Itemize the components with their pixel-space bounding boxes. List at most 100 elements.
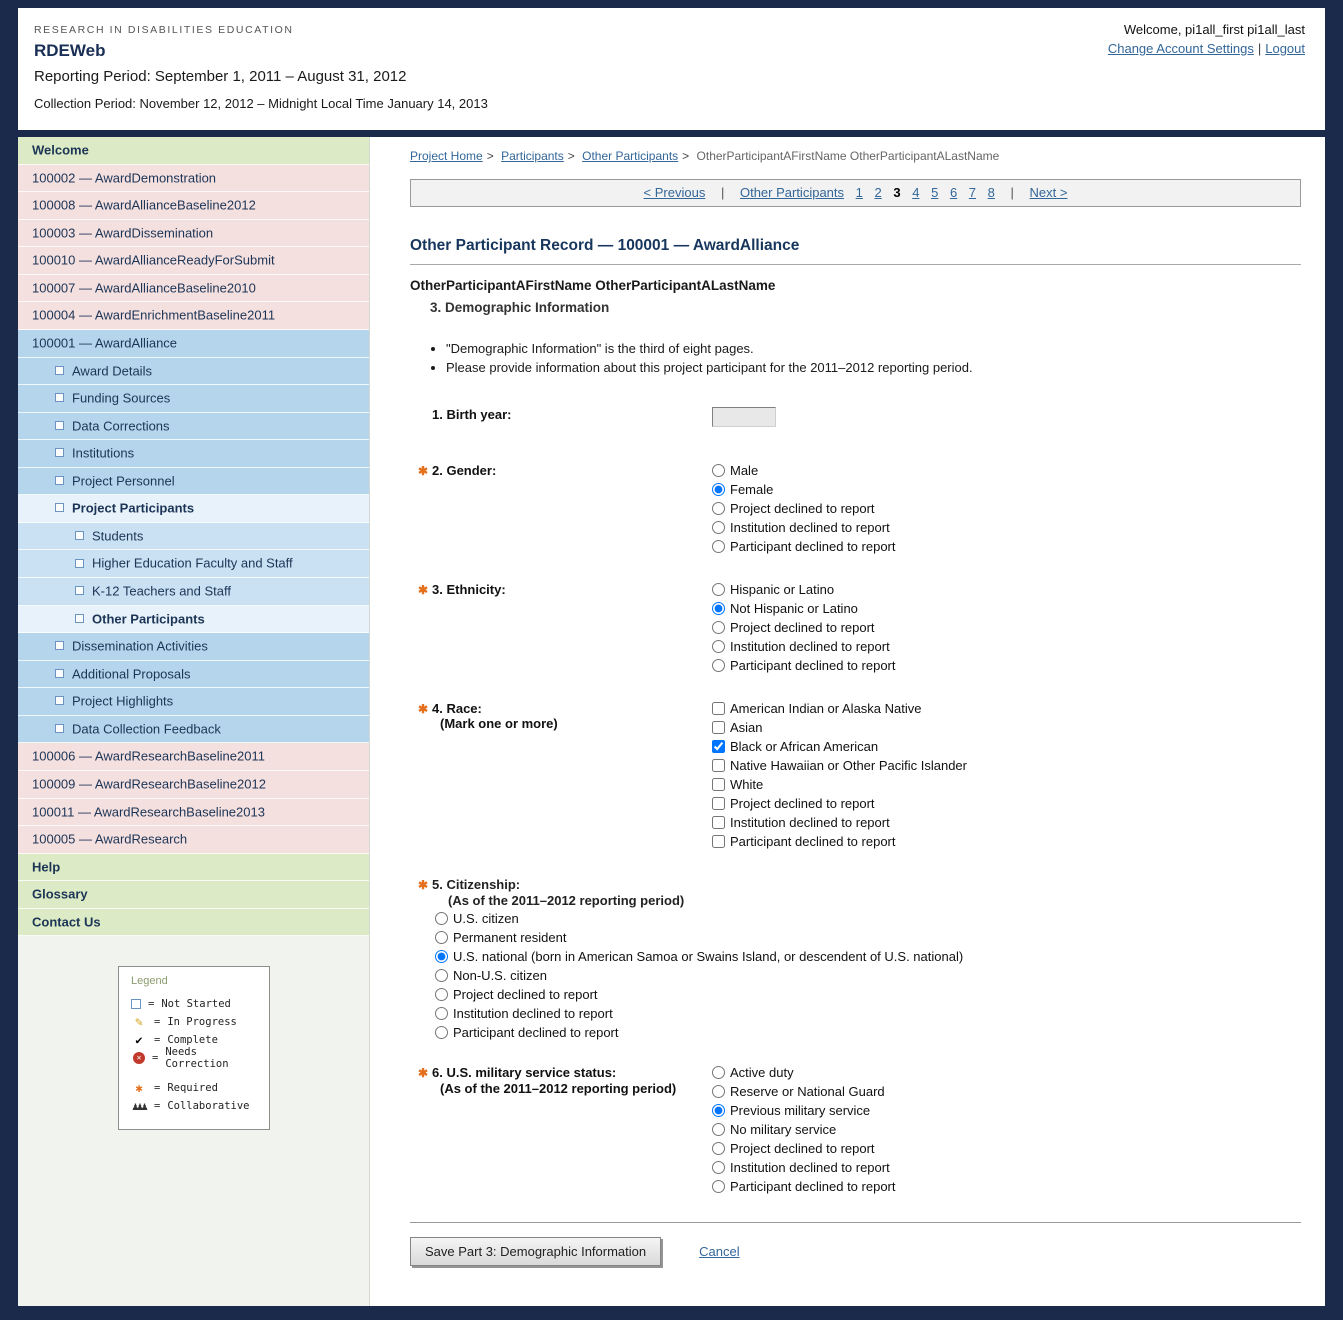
breadcrumb-link[interactable]: Project Home	[410, 149, 483, 163]
breadcrumb-link[interactable]: Other Participants	[582, 149, 678, 163]
radio-input[interactable]	[712, 659, 725, 672]
radio-input[interactable]	[435, 950, 448, 963]
race-checkbox-option[interactable]: American Indian or Alaska Native	[712, 701, 1301, 717]
sidebar-item[interactable]: Funding Sources	[18, 385, 369, 413]
radio-input[interactable]	[712, 540, 725, 553]
checkbox-input[interactable]	[712, 835, 725, 848]
sidebar-item[interactable]: Data Corrections	[18, 413, 369, 441]
sidebar-item[interactable]: Data Collection Feedback	[18, 716, 369, 744]
radio-input[interactable]	[435, 931, 448, 944]
citizenship-radio-option[interactable]: Project declined to report	[435, 987, 1301, 1003]
military-radio-option[interactable]: Active duty	[712, 1065, 1301, 1081]
ethnicity-radio-option[interactable]: Hispanic or Latino	[712, 582, 1301, 598]
radio-input[interactable]	[712, 1161, 725, 1174]
other-participants-link[interactable]: Other Participants	[740, 185, 844, 200]
page-number-link[interactable]: 3	[893, 185, 900, 200]
race-checkbox-option[interactable]: Asian	[712, 720, 1301, 736]
radio-input[interactable]	[712, 621, 725, 634]
race-checkbox-option[interactable]: White	[712, 777, 1301, 793]
military-radio-option[interactable]: Institution declined to report	[712, 1160, 1301, 1176]
sidebar-item[interactable]: Dissemination Activities	[18, 633, 369, 661]
sidebar-item[interactable]: 100003 — AwardDissemination	[18, 220, 369, 248]
gender-radio-option[interactable]: Participant declined to report	[712, 539, 1301, 555]
breadcrumb-link[interactable]: Participants	[501, 149, 564, 163]
radio-input[interactable]	[712, 1180, 725, 1193]
page-number-link[interactable]: 6	[950, 185, 957, 200]
sidebar-item[interactable]: 100007 — AwardAllianceBaseline2010	[18, 275, 369, 303]
sidebar-item[interactable]: Glossary	[18, 881, 369, 909]
radio-input[interactable]	[435, 912, 448, 925]
sidebar-item[interactable]: Welcome	[18, 137, 369, 165]
sidebar-item[interactable]: Additional Proposals	[18, 661, 369, 689]
page-number-link[interactable]: 7	[969, 185, 976, 200]
military-radio-option[interactable]: Reserve or National Guard	[712, 1084, 1301, 1100]
sidebar-item[interactable]: 100001 — AwardAlliance	[18, 330, 369, 358]
citizenship-radio-option[interactable]: U.S. national (born in American Samoa or…	[435, 949, 1301, 965]
military-radio-option[interactable]: Participant declined to report	[712, 1179, 1301, 1195]
military-radio-option[interactable]: No military service	[712, 1122, 1301, 1138]
sidebar-item[interactable]: Project Highlights	[18, 688, 369, 716]
sidebar-item[interactable]: 100006 — AwardResearchBaseline2011	[18, 743, 369, 771]
radio-input[interactable]	[712, 502, 725, 515]
citizenship-radio-option[interactable]: U.S. citizen	[435, 911, 1301, 927]
sidebar-item[interactable]: 100004 — AwardEnrichmentBaseline2011	[18, 302, 369, 330]
sidebar-item[interactable]: Other Participants	[18, 606, 369, 634]
ethnicity-radio-option[interactable]: Institution declined to report	[712, 639, 1301, 655]
radio-input[interactable]	[435, 1007, 448, 1020]
sidebar-item[interactable]: 100005 — AwardResearch	[18, 826, 369, 854]
military-radio-option[interactable]: Project declined to report	[712, 1141, 1301, 1157]
change-account-settings-link[interactable]: Change Account Settings	[1108, 41, 1254, 56]
radio-input[interactable]	[712, 583, 725, 596]
gender-radio-option[interactable]: Institution declined to report	[712, 520, 1301, 536]
sidebar-item[interactable]: Students	[18, 523, 369, 551]
ethnicity-radio-option[interactable]: Project declined to report	[712, 620, 1301, 636]
ethnicity-radio-option[interactable]: Not Hispanic or Latino	[712, 601, 1301, 617]
citizenship-radio-option[interactable]: Non-U.S. citizen	[435, 968, 1301, 984]
page-number-link[interactable]: 8	[988, 185, 995, 200]
sidebar-item[interactable]: Contact Us	[18, 909, 369, 937]
checkbox-input[interactable]	[712, 778, 725, 791]
radio-input[interactable]	[435, 1026, 448, 1039]
radio-input[interactable]	[435, 969, 448, 982]
sidebar-item[interactable]: 100010 — AwardAllianceReadyForSubmit	[18, 247, 369, 275]
sidebar-item[interactable]: K-12 Teachers and Staff	[18, 578, 369, 606]
sidebar-item[interactable]: 100008 — AwardAllianceBaseline2012	[18, 192, 369, 220]
race-checkbox-option[interactable]: Project declined to report	[712, 796, 1301, 812]
citizenship-radio-option[interactable]: Participant declined to report	[435, 1025, 1301, 1041]
page-number-link[interactable]: 4	[912, 185, 919, 200]
sidebar-item[interactable]: Institutions	[18, 440, 369, 468]
radio-input[interactable]	[712, 602, 725, 615]
logout-link[interactable]: Logout	[1265, 41, 1305, 56]
radio-input[interactable]	[712, 640, 725, 653]
page-number-link[interactable]: 2	[875, 185, 882, 200]
race-checkbox-option[interactable]: Participant declined to report	[712, 834, 1301, 850]
radio-input[interactable]	[712, 1085, 725, 1098]
sidebar-item[interactable]: Award Details	[18, 358, 369, 386]
gender-radio-option[interactable]: Female	[712, 482, 1301, 498]
sidebar-item[interactable]: Higher Education Faculty and Staff	[18, 550, 369, 578]
sidebar-item[interactable]: Project Participants	[18, 495, 369, 523]
page-number-link[interactable]: 5	[931, 185, 938, 200]
ethnicity-radio-option[interactable]: Participant declined to report	[712, 658, 1301, 674]
race-checkbox-option[interactable]: Black or African American	[712, 739, 1301, 755]
sidebar-item[interactable]: 100011 — AwardResearchBaseline2013	[18, 799, 369, 827]
checkbox-input[interactable]	[712, 797, 725, 810]
military-radio-option[interactable]: Previous military service	[712, 1103, 1301, 1119]
sidebar-item[interactable]: 100002 — AwardDemonstration	[18, 165, 369, 193]
sidebar-item[interactable]: 100009 — AwardResearchBaseline2012	[18, 771, 369, 799]
checkbox-input[interactable]	[712, 702, 725, 715]
radio-input[interactable]	[712, 1123, 725, 1136]
radio-input[interactable]	[712, 483, 725, 496]
radio-input[interactable]	[712, 464, 725, 477]
citizenship-radio-option[interactable]: Institution declined to report	[435, 1006, 1301, 1022]
sidebar-item[interactable]: Project Personnel	[18, 468, 369, 496]
checkbox-input[interactable]	[712, 740, 725, 753]
birth-year-input[interactable]	[712, 407, 776, 427]
radio-input[interactable]	[712, 521, 725, 534]
radio-input[interactable]	[435, 988, 448, 1001]
checkbox-input[interactable]	[712, 816, 725, 829]
checkbox-input[interactable]	[712, 721, 725, 734]
gender-radio-option[interactable]: Project declined to report	[712, 501, 1301, 517]
previous-record-link[interactable]: < Previous	[644, 185, 706, 200]
radio-input[interactable]	[712, 1104, 725, 1117]
